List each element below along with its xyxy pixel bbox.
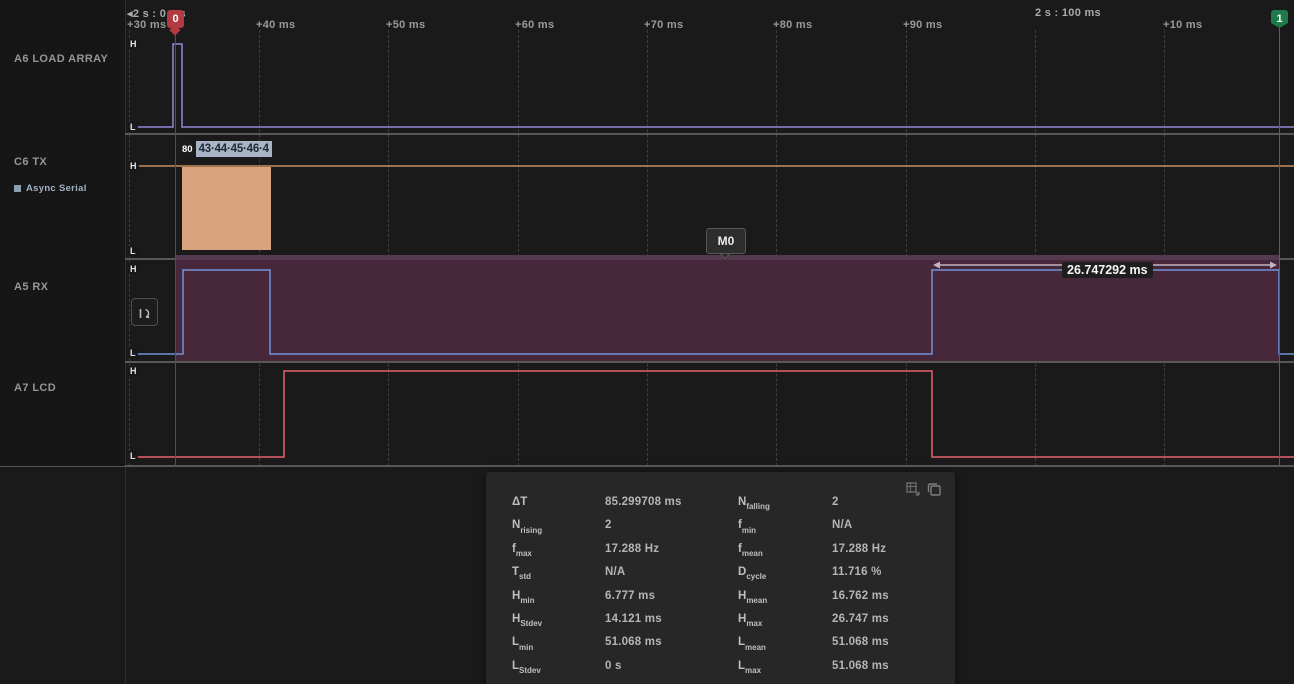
- level-chip: L: [128, 451, 138, 461]
- stats-value: 17.288 Hz: [832, 543, 886, 555]
- stats-value: 11.716 %: [832, 566, 882, 578]
- channel-label-a5[interactable]: A5 RX: [14, 281, 48, 293]
- stats-label: Hmax: [738, 613, 762, 627]
- stats-value: 16.762 ms: [832, 590, 889, 602]
- byte-values-text: 43·44·45·46·4: [196, 141, 272, 157]
- level-chip: H: [128, 161, 139, 171]
- timing-marker-0[interactable]: 0: [167, 10, 184, 28]
- stats-value: 2: [832, 496, 839, 508]
- level-chip: L: [128, 348, 138, 358]
- level-chip: H: [128, 264, 139, 274]
- stats-value: 51.068 ms: [832, 636, 889, 648]
- measurement-stats-panel: ΔT85.299708 msNfalling2Nrising2fminN/Afm…: [486, 472, 955, 684]
- stats-label: fmax: [512, 543, 532, 557]
- stats-row: Hmin 6.777 ms Hmean 16.762 ms: [486, 590, 955, 613]
- stats-label: HStdev: [512, 613, 542, 627]
- serial-byte-tooltip: 80 43·44·45·46·4: [179, 141, 272, 157]
- stats-value: 26.747 ms: [832, 613, 889, 625]
- waveform-a7-lcd: [128, 371, 1294, 457]
- stats-label: fmin: [738, 519, 756, 533]
- stats-label: Nrising: [512, 519, 542, 533]
- byte-count-badge: 80: [179, 141, 196, 157]
- measurement-arrowhead: [1270, 262, 1277, 269]
- timing-marker-0-line: [175, 28, 176, 466]
- stats-row: ΔT 85.299708 ms Nfalling 2: [486, 496, 955, 519]
- channel-label-a6[interactable]: A6 LOAD ARRAY: [14, 53, 108, 65]
- stats-label: Tstd: [512, 566, 531, 580]
- measurement-label: 26.747292 ms: [1062, 262, 1153, 278]
- stats-value: 51.068 ms: [605, 636, 662, 648]
- waveform-a6-load-array: [128, 44, 1294, 127]
- trigger-button[interactable]: [131, 298, 158, 326]
- stats-label: LStdev: [512, 660, 541, 674]
- waveform-a5-rx: [128, 270, 1294, 354]
- stats-value: 51.068 ms: [832, 660, 889, 672]
- level-chip: H: [128, 366, 139, 376]
- logic-analyzer-app: ◂2 s : 0 ms2 s : 100 ms+30 ms+40 ms+50 m…: [0, 0, 1294, 684]
- copy-icon[interactable]: [927, 482, 941, 496]
- level-chip: H: [128, 39, 139, 49]
- stats-value: 2: [605, 519, 612, 531]
- level-chip: L: [128, 246, 138, 256]
- analyzer-bullet-icon: [14, 185, 21, 192]
- channel-label-a7[interactable]: A7 LCD: [14, 382, 56, 394]
- stats-value: N/A: [832, 519, 852, 531]
- stats-value: 17.288 Hz: [605, 543, 659, 555]
- stats-value: 85.299708 ms: [605, 496, 682, 508]
- analyzer-row[interactable]: Async Serial: [14, 183, 87, 194]
- stats-row: LStdev 0 s Lmax 51.068 ms: [486, 660, 955, 683]
- timing-marker-1-line: [1279, 28, 1280, 466]
- stats-value: N/A: [605, 566, 625, 578]
- stats-label: Nfalling: [738, 496, 770, 510]
- analyzer-label: Async Serial: [26, 183, 87, 194]
- marker-m0[interactable]: M0: [706, 228, 746, 254]
- level-chip: L: [128, 122, 138, 132]
- stats-row: Nrising 2 fmin N/A: [486, 519, 955, 542]
- trigger-edge-icon: [136, 304, 153, 321]
- stats-label: Lmax: [738, 660, 761, 674]
- stats-label: Lmin: [512, 636, 533, 650]
- stats-row: HStdev 14.121 ms Hmax 26.747 ms: [486, 613, 955, 636]
- stats-label: ΔT: [512, 496, 527, 508]
- stats-row: Lmin 51.068 ms Lmean 51.068 ms: [486, 636, 955, 659]
- stats-label: fmean: [738, 543, 763, 557]
- stats-value: 6.777 ms: [605, 590, 655, 602]
- stats-value: 14.121 ms: [605, 613, 662, 625]
- measurement-arrowhead: [933, 262, 940, 269]
- stats-label: Hmin: [512, 590, 535, 604]
- channel-label-c6[interactable]: C6 TX: [14, 156, 47, 168]
- stats-label: Hmean: [738, 590, 767, 604]
- channel-panel: [0, 0, 125, 466]
- stats-label: Lmean: [738, 636, 766, 650]
- stats-value: 0 s: [605, 660, 622, 672]
- stats-label: Dcycle: [738, 566, 766, 580]
- stats-row: fmax 17.288 Hz fmean 17.288 Hz: [486, 543, 955, 566]
- stats-row: Tstd N/A Dcycle 11.716 %: [486, 566, 955, 589]
- export-data-icon[interactable]: [906, 482, 920, 496]
